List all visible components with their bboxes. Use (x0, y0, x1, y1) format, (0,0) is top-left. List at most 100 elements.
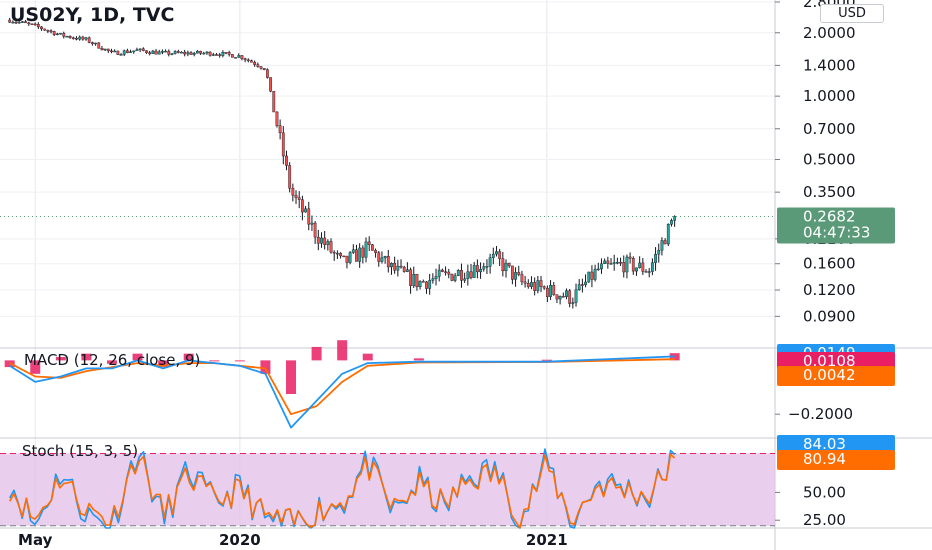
candle-body (533, 282, 537, 291)
candle-body (558, 296, 562, 300)
macd-tick-label: −0.2000 (788, 405, 853, 423)
candle-body (361, 247, 365, 258)
candle-body (530, 282, 533, 287)
candle-body (380, 257, 384, 262)
candle-body (355, 249, 358, 262)
candle-body (514, 272, 517, 280)
candle-body (113, 50, 117, 53)
candle-body (501, 258, 505, 272)
y-tick-label: 0.5000 (803, 151, 856, 169)
candle-body (211, 54, 215, 56)
candle-body (84, 37, 88, 40)
candle-body (250, 60, 253, 63)
candle-body (160, 51, 164, 53)
candle-body (110, 50, 113, 53)
candle-body (151, 50, 155, 54)
candle-body (663, 240, 667, 245)
candle-body (523, 281, 527, 284)
y-tick-label: 2.0000 (803, 24, 856, 42)
candle-body (517, 272, 521, 275)
candle-body (234, 57, 237, 59)
candle-body (323, 237, 327, 245)
candle-body (230, 54, 234, 58)
candle-body (619, 262, 622, 264)
candle-body (561, 296, 565, 298)
candle-body (425, 281, 428, 289)
candle-body (278, 125, 282, 134)
candle-body (590, 271, 594, 280)
candle-body (447, 271, 451, 275)
candle-body (402, 266, 406, 272)
candle-body (62, 32, 66, 37)
candle-body (593, 268, 597, 280)
candle-body (647, 271, 651, 273)
candle-body (237, 55, 241, 58)
candle-body (409, 269, 412, 286)
candle-body (491, 253, 495, 258)
candle-body (437, 269, 441, 277)
candle-body (116, 50, 120, 55)
candle-body (555, 294, 559, 300)
candle-body (259, 66, 263, 69)
candle-body (456, 270, 460, 276)
candle-body (192, 52, 196, 55)
candle-body (94, 42, 97, 45)
candle-body (364, 241, 368, 258)
candle-body (622, 262, 626, 273)
candle-body (125, 50, 129, 53)
candle-body (587, 271, 591, 283)
candle-body (580, 284, 584, 286)
candle-body (227, 52, 231, 55)
candle-body (504, 262, 508, 272)
legends: MACD (12, 26, close, 9) Stoch (15, 3, 5) (22, 351, 200, 460)
candle-body (202, 52, 206, 55)
candle-body (641, 262, 645, 272)
candle-body (243, 58, 247, 61)
candle-body (390, 262, 393, 268)
candle-body (421, 281, 425, 283)
macd-legend: MACD (12, 26, close, 9) (24, 351, 200, 369)
candle-body (650, 262, 654, 272)
candle-body (609, 263, 613, 265)
candle-body (488, 257, 492, 267)
macd-histogram-bar (209, 360, 220, 362)
candle-body (164, 50, 167, 53)
candle-body (339, 252, 342, 257)
candle-body (199, 50, 202, 54)
y-tick-label: 0.7000 (803, 120, 856, 138)
candle-body (654, 253, 657, 263)
x-tick-label: 2021 (526, 531, 568, 549)
candle-body (170, 53, 174, 55)
macd-histogram-bar (362, 353, 373, 361)
candle-body (285, 155, 288, 166)
candle-body (666, 224, 670, 245)
candle-body (310, 222, 314, 225)
candle-body (46, 30, 50, 32)
candle-body (606, 260, 610, 264)
candle-body (431, 278, 435, 281)
candle-body (549, 285, 552, 297)
candle-body (326, 241, 330, 245)
currency-badge[interactable]: USD (820, 4, 884, 23)
candle-body (673, 216, 677, 221)
candle-body (59, 32, 62, 35)
candle-body (631, 258, 635, 272)
candle-body (316, 236, 320, 244)
candle-body (40, 26, 43, 30)
candle-body (90, 42, 94, 44)
candle-body (71, 37, 75, 40)
ticker-title[interactable]: US02Y, 1D, TVC (10, 4, 174, 26)
macd-histogram-bar (413, 358, 424, 361)
candle-body (300, 199, 304, 213)
candle-body (625, 256, 629, 273)
last-price-tag: 04:47:33 (803, 223, 870, 241)
candle-body (469, 271, 473, 278)
candle-body (370, 244, 374, 251)
candle-body (167, 50, 171, 55)
candle-body (272, 91, 276, 113)
macd-histogram-bar (286, 360, 297, 394)
candle-body (186, 52, 190, 55)
candle-body (612, 262, 616, 264)
candle-body (603, 260, 607, 265)
candle-body (545, 287, 549, 297)
